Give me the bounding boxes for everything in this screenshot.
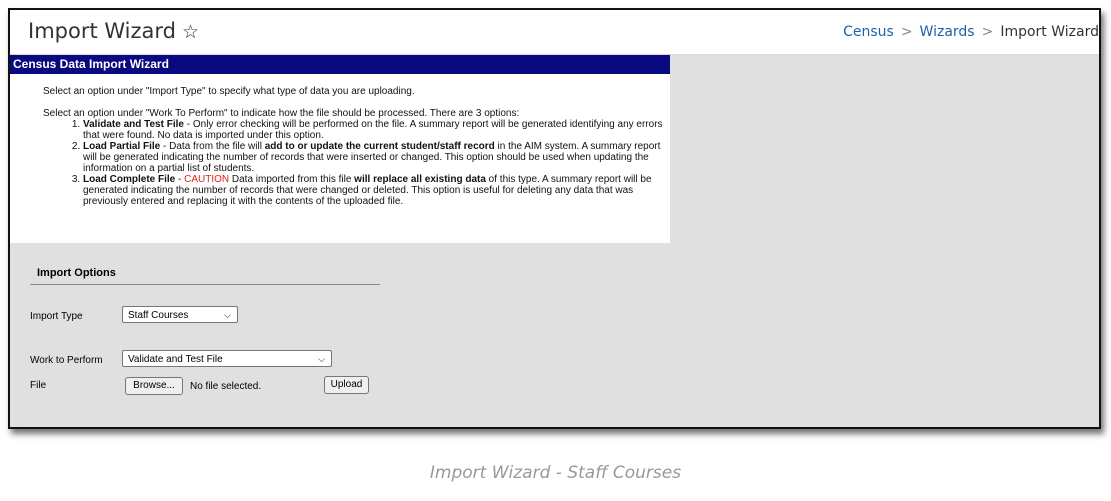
page-title: Import Wizard ☆ — [28, 19, 199, 43]
screenshot-frame: Import Wizard ☆ Census > Wizards > Import Wiz… — [8, 8, 1101, 429]
panel-heading: Census Data Import Wizard — [10, 55, 670, 74]
upload-button[interactable]: Upload — [324, 376, 369, 394]
option-name: Validate and Test File — [83, 119, 184, 130]
chevron-down-icon: ⌵ — [224, 310, 231, 320]
file-label: File — [30, 380, 47, 391]
import-type-select[interactable]: Staff Courses ⌵ — [122, 306, 238, 323]
work-to-perform-value: Validate and Test File — [128, 354, 223, 365]
browse-button[interactable]: Browse... — [125, 377, 183, 395]
work-to-perform-label: Work to Perform — [30, 355, 103, 366]
import-options-section: Import Options — [30, 267, 380, 285]
option-validate: Validate and Test File - Only error chec… — [83, 119, 670, 141]
breadcrumb-separator-icon: > — [981, 24, 994, 40]
breadcrumb: Census > Wizards > Import Wizard — [843, 24, 1099, 40]
image-caption: Import Wizard - Staff Courses — [429, 463, 682, 483]
breadcrumb-wizards[interactable]: Wizards — [920, 24, 975, 40]
import-type-label: Import Type — [30, 311, 83, 322]
breadcrumb-current: Import Wizard — [1000, 24, 1099, 40]
option-name: Load Complete File — [83, 174, 176, 185]
option-text: Data imported from this file — [229, 174, 355, 185]
page-header: Import Wizard ☆ Census > Wizards > Import Wiz… — [10, 10, 1099, 55]
star-icon[interactable]: ☆ — [182, 21, 199, 43]
option-load-partial: Load Partial File - Data from the file w… — [83, 141, 670, 174]
breadcrumb-separator-icon: > — [900, 24, 913, 40]
option-emphasis: add to or update the current student/sta… — [264, 141, 495, 152]
page-title-text: Import Wizard — [28, 19, 176, 43]
options-list: Validate and Test File - Only error chec… — [43, 119, 670, 207]
option-load-complete: Load Complete File - CAUTION Data import… — [83, 174, 670, 207]
content-area: Census Data Import Wizard Select an opti… — [10, 55, 1099, 427]
option-emphasis: will replace all existing data — [354, 174, 486, 185]
work-to-perform-select[interactable]: Validate and Test File ⌵ — [122, 350, 332, 367]
breadcrumb-census[interactable]: Census — [843, 24, 894, 40]
intro-import-type: Select an option under "Import Type" to … — [43, 86, 415, 97]
file-status: No file selected. — [190, 381, 262, 392]
intro-work-to-perform: Select an option under "Work To Perform"… — [43, 108, 520, 119]
import-options-title: Import Options — [30, 267, 380, 285]
option-text: - — [175, 174, 185, 185]
import-type-value: Staff Courses — [128, 310, 189, 321]
instructions-text: Select an option under "Import Type" to … — [10, 74, 670, 207]
chevron-down-icon: ⌵ — [318, 354, 325, 364]
caution-label: CAUTION — [184, 174, 230, 185]
instructions-panel: Census Data Import Wizard Select an opti… — [10, 55, 670, 243]
option-text: - Data from the file will — [160, 141, 265, 152]
option-name: Load Partial File — [83, 141, 161, 152]
